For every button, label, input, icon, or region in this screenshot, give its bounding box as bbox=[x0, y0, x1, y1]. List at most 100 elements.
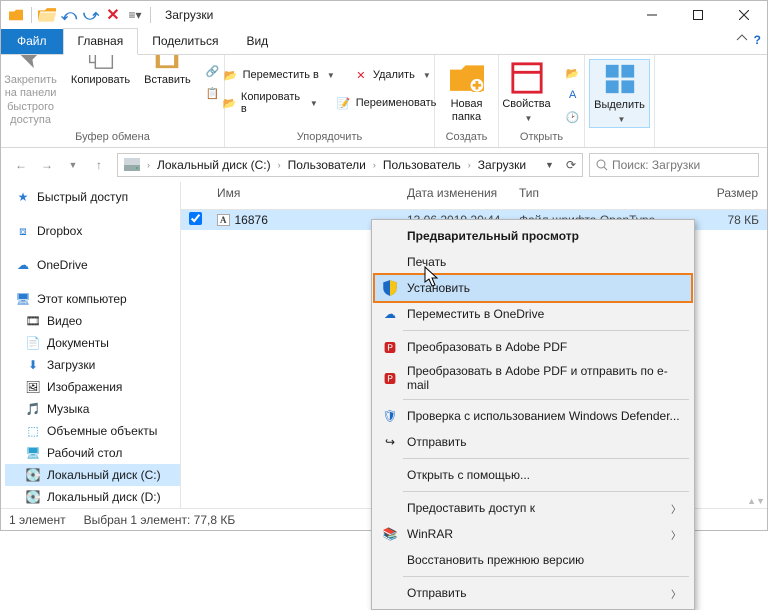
redo-icon[interactable]: ⤻ bbox=[82, 6, 100, 24]
new-folder-button[interactable]: Новая папка bbox=[446, 59, 488, 126]
group-select: Выделить▼ bbox=[585, 55, 655, 147]
nav-quick-access[interactable]: ★Быстрый доступ bbox=[5, 186, 180, 208]
column-headers: Имя Дата изменения Тип Размер bbox=[181, 182, 767, 210]
ctx-open-with[interactable]: Открыть с помощью... bbox=[375, 462, 691, 488]
group-clipboard-label: Буфер обмена bbox=[75, 129, 150, 143]
copyto-icon: 📂 bbox=[223, 95, 237, 111]
window-title: Загрузки bbox=[165, 8, 213, 22]
documents-icon: 📄 bbox=[25, 335, 41, 351]
file-checkbox[interactable] bbox=[189, 212, 202, 225]
submenu-arrow-icon: 〉 bbox=[671, 501, 681, 516]
group-clipboard: Закрепить на панели быстрого доступа Коп… bbox=[1, 55, 225, 147]
drive-icon bbox=[120, 158, 144, 172]
submenu-arrow-icon: 〉 bbox=[671, 586, 681, 601]
ctx-adobe-pdf[interactable]: 🅿Преобразовать в Adobe PDF bbox=[375, 334, 691, 360]
ctx-preview[interactable]: Предварительный просмотр bbox=[375, 223, 691, 249]
nav-3d[interactable]: ⬚Объемные объекты bbox=[5, 420, 180, 442]
delete-icon[interactable]: ✕ bbox=[104, 6, 122, 24]
col-type[interactable]: Тип bbox=[511, 182, 689, 209]
nav-desktop[interactable]: 🖥Рабочий стол bbox=[5, 442, 180, 464]
dropbox-icon: ⧈ bbox=[15, 223, 31, 239]
maximize-button[interactable] bbox=[675, 1, 721, 29]
col-name[interactable]: Имя bbox=[209, 182, 399, 209]
open-button[interactable]: 📂 bbox=[561, 63, 585, 83]
video-icon: 🎞 bbox=[25, 313, 41, 329]
open-folder-icon[interactable] bbox=[38, 6, 56, 24]
nav-music[interactable]: 🎵Музыка bbox=[5, 398, 180, 420]
col-check[interactable] bbox=[181, 182, 209, 209]
crumb-3[interactable]: Загрузки bbox=[474, 158, 530, 172]
group-open: Свойства▼ 📂 A 🕑 Открыть bbox=[499, 55, 585, 147]
context-menu: Предварительный просмотр Печать Установи… bbox=[371, 219, 695, 610]
ctx-winrar[interactable]: 📚WinRAR〉 bbox=[375, 521, 691, 547]
objects3d-icon: ⬚ bbox=[25, 423, 41, 439]
crumb-1[interactable]: Пользователи bbox=[284, 158, 370, 172]
quick-access-toolbar: ⤺ ⤻ ✕ ≡▾ bbox=[1, 6, 159, 24]
delete-button[interactable]: ✕Удалить▼ bbox=[349, 65, 435, 85]
ctx-restore[interactable]: Восстановить прежнюю версию bbox=[375, 547, 691, 573]
nav-this-pc[interactable]: 🖥Этот компьютер bbox=[5, 288, 180, 310]
music-icon: 🎵 bbox=[25, 401, 41, 417]
defender-icon: 🛡 bbox=[381, 407, 399, 425]
ctx-print[interactable]: Печать bbox=[375, 249, 691, 275]
status-count: 1 элемент bbox=[9, 513, 66, 527]
undo-icon[interactable]: ⤺ bbox=[60, 6, 78, 24]
crumb-0[interactable]: Локальный диск (C:) bbox=[153, 158, 275, 172]
forward-button[interactable]: → bbox=[35, 153, 59, 177]
select-button[interactable]: Выделить▼ bbox=[589, 59, 650, 128]
addr-dropdown[interactable]: ▼ bbox=[541, 160, 558, 170]
window-controls bbox=[629, 1, 767, 29]
tab-share[interactable]: Поделиться bbox=[138, 29, 232, 54]
col-size[interactable]: Размер bbox=[689, 182, 767, 209]
address-bar[interactable]: › Локальный диск (C:)› Пользователи› Пол… bbox=[117, 153, 583, 177]
minimize-button[interactable] bbox=[629, 1, 675, 29]
ctx-send-to[interactable]: Отправить〉 bbox=[375, 580, 691, 606]
select-label: Выделить bbox=[594, 99, 645, 112]
properties-button[interactable]: Свойства▼ bbox=[498, 59, 554, 126]
ctx-move-onedrive[interactable]: ☁Переместить в OneDrive bbox=[375, 301, 691, 327]
crumb-2[interactable]: Пользователь bbox=[379, 158, 465, 172]
ctx-grant-access[interactable]: Предоставить доступ к〉 bbox=[375, 495, 691, 521]
refresh-button[interactable]: ⟳ bbox=[562, 158, 580, 172]
nav-dropbox[interactable]: ⧈Dropbox bbox=[5, 220, 180, 242]
cloud-icon: ☁ bbox=[381, 305, 399, 323]
search-box[interactable]: Поиск: Загрузки bbox=[589, 153, 759, 177]
history-button[interactable]: 🕑 bbox=[561, 107, 585, 127]
ctx-defender[interactable]: 🛡Проверка с использованием Windows Defen… bbox=[375, 403, 691, 429]
nav-disk-d[interactable]: 💽Локальный диск (D:) bbox=[5, 486, 180, 508]
close-button[interactable] bbox=[721, 1, 767, 29]
nav-disk-c[interactable]: 💽Локальный диск (C:) bbox=[5, 464, 180, 486]
up-button[interactable]: ↑ bbox=[87, 153, 111, 177]
minimize-ribbon-icon[interactable] bbox=[736, 32, 748, 47]
folder-icon[interactable] bbox=[7, 6, 25, 24]
edit-button[interactable]: A bbox=[561, 85, 585, 105]
history-dropdown[interactable]: ▼ bbox=[61, 153, 85, 177]
properties-icon[interactable]: ≡▾ bbox=[126, 6, 144, 24]
nav-downloads[interactable]: ⬇Загрузки bbox=[5, 354, 180, 376]
nav-video[interactable]: 🎞Видео bbox=[5, 310, 180, 332]
copy-to-button[interactable]: 📂Копировать в▼ bbox=[219, 89, 322, 117]
ribbon-tabs: Файл Главная Поделиться Вид ? bbox=[1, 29, 767, 55]
address-bar-row: ← → ▼ ↑ › Локальный диск (C:)› Пользоват… bbox=[1, 148, 767, 182]
group-new-label: Создать bbox=[446, 129, 488, 143]
group-organize-label: Упорядочить bbox=[297, 129, 362, 143]
nav-images[interactable]: 🖼Изображения bbox=[5, 376, 180, 398]
images-icon: 🖼 bbox=[25, 379, 41, 395]
back-button[interactable]: ← bbox=[9, 153, 33, 177]
nav-onedrive[interactable]: ☁OneDrive bbox=[5, 254, 180, 276]
tab-home[interactable]: Главная bbox=[63, 28, 139, 55]
search-placeholder: Поиск: Загрузки bbox=[612, 158, 700, 172]
tab-view[interactable]: Вид bbox=[232, 29, 282, 54]
pin-label: Закрепить на панели быстрого доступа bbox=[4, 74, 57, 127]
tab-file[interactable]: Файл bbox=[1, 29, 63, 54]
ctx-install[interactable]: Установить bbox=[375, 275, 691, 301]
col-date[interactable]: Дата изменения bbox=[399, 182, 511, 209]
ribbon: Закрепить на панели быстрого доступа Коп… bbox=[1, 55, 767, 148]
move-to-button[interactable]: 📂Переместить в▼ bbox=[219, 65, 339, 85]
pdf-mail-icon: 🅿 bbox=[381, 369, 399, 387]
ctx-adobe-pdf-mail[interactable]: 🅿Преобразовать в Adobe PDF и отправить п… bbox=[375, 360, 691, 396]
nav-documents[interactable]: 📄Документы bbox=[5, 332, 180, 354]
ctx-share[interactable]: ↪Отправить bbox=[375, 429, 691, 455]
help-icon[interactable]: ? bbox=[754, 33, 761, 47]
rename-button[interactable]: 📝Переименовать bbox=[332, 89, 441, 117]
